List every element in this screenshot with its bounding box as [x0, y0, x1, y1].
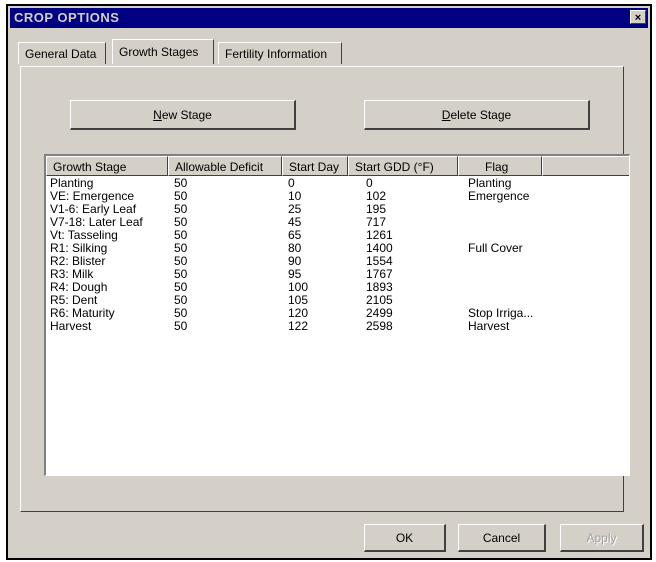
new-stage-label: New Stage	[153, 108, 212, 122]
cell-flag: Full Cover	[468, 241, 523, 255]
cell-flag: Emergence	[468, 189, 530, 203]
table-row[interactable]: R5: Dent 50 105 2105	[46, 294, 629, 307]
table-row[interactable]: R1: Silking 50 80 1400 Full Cover	[46, 242, 629, 255]
cancel-button[interactable]: Cancel	[458, 524, 546, 552]
delete-stage-button[interactable]: Delete Stage	[364, 100, 590, 130]
cell-flag: Harvest	[468, 319, 510, 333]
column-header-flag[interactable]: Flag	[458, 156, 542, 176]
table-row[interactable]: R3: Milk 50 95 1767	[46, 268, 629, 281]
table-row[interactable]: R6: Maturity 50 120 2499 Stop Irriga...	[46, 307, 629, 320]
window-title: CROP OPTIONS	[14, 10, 120, 25]
table-row[interactable]: V7-18: Later Leaf 50 45 717	[46, 216, 629, 229]
cell-growth-stage: Harvest	[50, 319, 92, 333]
growth-stages-table[interactable]: Growth Stage Allowable Deficit Start Day…	[44, 154, 630, 476]
cell-start-day: 122	[288, 319, 309, 333]
table-body: Planting 50 0 0 Planting VE: Emergence 50 10 102…	[46, 177, 629, 333]
delete-stage-label: Delete Stage	[441, 108, 512, 122]
column-header-start-day[interactable]: Start Day	[282, 156, 348, 176]
new-stage-button[interactable]: New Stage	[70, 100, 296, 130]
ok-button[interactable]: OK	[364, 524, 446, 552]
cell-start-gdd: 2598	[366, 319, 393, 333]
table-header: Growth Stage Allowable Deficit Start Day…	[46, 156, 629, 176]
column-header-allowable-deficit[interactable]: Allowable Deficit	[168, 156, 282, 176]
tab-general-data[interactable]: General Data	[18, 42, 106, 64]
column-header-start-gdd[interactable]: Start GDD (°F)	[348, 156, 458, 176]
tab-growth-stages[interactable]: Growth Stages	[112, 39, 214, 64]
apply-button: Apply	[560, 524, 644, 552]
title-bar[interactable]: CROP OPTIONS ×	[10, 8, 648, 28]
table-row[interactable]: Harvest 50 122 2598 Harvest	[46, 320, 629, 333]
table-row[interactable]: Vt: Tasseling 50 65 1261	[46, 229, 629, 242]
column-header-empty	[542, 156, 629, 176]
tab-fertility-information[interactable]: Fertility Information	[218, 42, 342, 64]
cell-allowable-deficit: 50	[174, 319, 188, 333]
close-button[interactable]: ×	[630, 10, 646, 24]
table-row[interactable]: R2: Blister 50 90 1554	[46, 255, 629, 268]
column-header-growth-stage[interactable]: Growth Stage	[46, 156, 168, 176]
table-row[interactable]: R4: Dough 50 100 1893	[46, 281, 629, 294]
